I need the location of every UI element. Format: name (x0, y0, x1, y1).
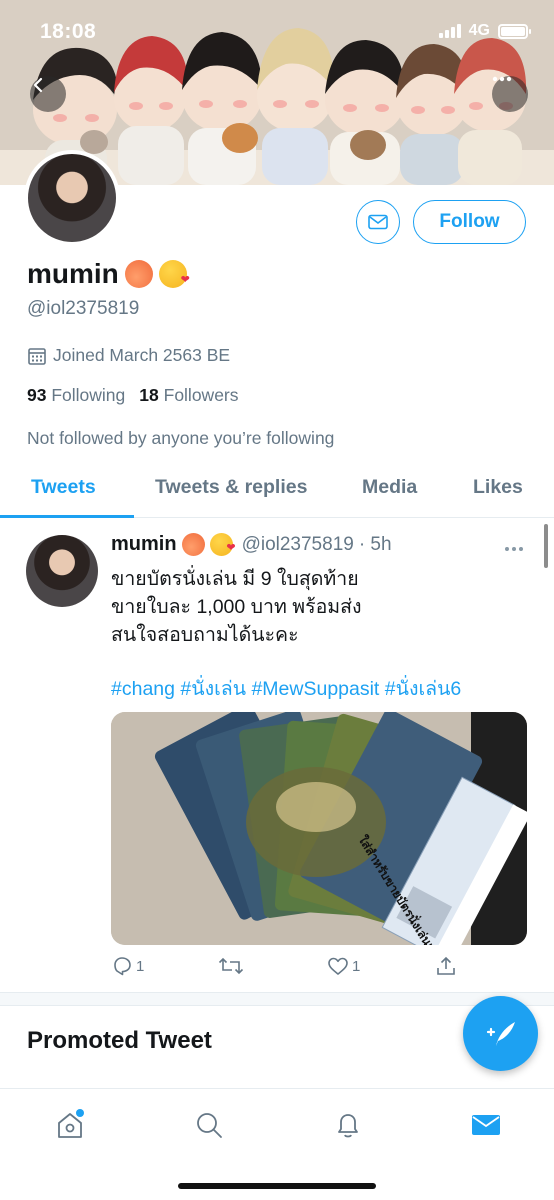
reply-button[interactable]: 1 (111, 956, 144, 976)
follow-button[interactable]: Follow (413, 200, 526, 244)
retweet-icon (218, 957, 244, 975)
tweet-text-line: ขายใบละ 1,000 บาท พร้อมส่ง (111, 596, 362, 618)
tweet-more-button[interactable] (504, 535, 524, 558)
message-button[interactable] (356, 200, 400, 244)
compose-icon (486, 1021, 515, 1046)
more-icon (492, 76, 512, 82)
tickets-photo (111, 712, 527, 945)
tweet-text-line: ขายบัตรนั่งเล่น มี 9 ใบสุดท้าย (111, 568, 359, 590)
active-tab-indicator (0, 515, 134, 518)
tweet-text: ขายบัตรนั่งเล่น มี 9 ใบสุดท้าย ขายใบละ 1… (111, 565, 531, 649)
profile-tabs: Tweets Tweets & replies Media Likes (0, 466, 554, 518)
tweet-hashtags[interactable]: #chang #นั่งเล่น #MewSuppasit #นั่งเล่น6 (111, 673, 461, 704)
reply-icon (114, 957, 131, 976)
peach-emoji (124, 260, 153, 288)
kissing-heart-emoji (158, 260, 190, 288)
following-count: 93 (27, 385, 47, 405)
tweet-actions: 1 1 (111, 956, 511, 982)
tab-tweets-replies[interactable]: Tweets & replies (155, 476, 307, 499)
following-link[interactable]: 93 Following (27, 385, 125, 406)
status-indicators: 4G (438, 22, 531, 40)
tweet-text-line: สนใจสอบถามได้นะคะ (111, 624, 299, 646)
status-time: 18:08 (40, 20, 97, 43)
tab-likes[interactable]: Likes (473, 476, 523, 499)
profile-display-name: mumin (27, 258, 190, 290)
nav-home[interactable] (50, 1105, 90, 1145)
section-separator (0, 992, 554, 1006)
back-button[interactable] (30, 76, 66, 112)
follow-stats: 93 Following 18 Followers (27, 385, 239, 406)
tweet-author-avatar[interactable] (26, 535, 98, 607)
tweet-author-handle: @iol2375819 (241, 533, 354, 555)
home-indicator (178, 1183, 376, 1189)
like-icon (328, 957, 348, 975)
reply-count: 1 (136, 957, 145, 975)
calendar-icon (28, 347, 46, 365)
nav-notifications[interactable] (328, 1105, 368, 1145)
tweet-card[interactable]: mumin @iol2375819 · 5h ขายบัตรนั่งเล่น ม… (0, 519, 554, 992)
kissing-heart-emoji (209, 533, 236, 556)
status-bar: 18:08 4G (0, 0, 554, 64)
joined-text: Joined March 2563 BE (53, 345, 231, 365)
mail-icon (368, 214, 388, 230)
followers-count: 18 (139, 385, 159, 405)
tweet-time: · 5h (358, 533, 392, 555)
nav-search[interactable] (189, 1105, 229, 1145)
tweet-header: mumin @iol2375819 · 5h (111, 533, 392, 556)
tweet-image[interactable]: ใส่สำหรับขายบัตรนั่งเล่นเท่านั้น (111, 712, 527, 945)
signal-icon (438, 24, 461, 38)
display-name-text: mumin (27, 258, 119, 289)
share-button[interactable] (435, 956, 457, 976)
tab-media[interactable]: Media (362, 476, 417, 499)
followers-link[interactable]: 18 Followers (139, 385, 238, 406)
nav-messages[interactable] (466, 1105, 506, 1145)
home-notification-dot (76, 1109, 84, 1117)
like-count: 1 (352, 957, 361, 975)
scrollbar[interactable] (544, 524, 548, 568)
share-icon (437, 956, 455, 975)
tweet-author-name[interactable]: mumin (111, 533, 177, 556)
followers-label: Followers (163, 385, 239, 405)
tab-tweets[interactable]: Tweets (31, 476, 96, 499)
battery-icon (498, 23, 531, 39)
more-options-button[interactable] (492, 76, 528, 112)
promoted-tweet-heading: Promoted Tweet (27, 1027, 212, 1054)
profile-avatar[interactable] (24, 150, 120, 246)
following-label: Following (51, 385, 126, 405)
messages-icon (472, 1115, 500, 1135)
notifications-icon (338, 1114, 358, 1138)
back-icon (33, 77, 43, 93)
compose-tweet-button[interactable] (463, 996, 538, 1071)
more-icon (505, 547, 523, 551)
joined-date: Joined March 2563 BE (27, 345, 230, 366)
peach-emoji (181, 533, 205, 556)
retweet-button[interactable] (218, 956, 244, 976)
network-type: 4G (468, 22, 490, 39)
profile-handle: @iol2375819 (27, 298, 140, 319)
like-button[interactable]: 1 (327, 956, 360, 976)
not-followed-notice: Not followed by anyone you’re following (27, 428, 335, 448)
search-icon (197, 1113, 222, 1138)
